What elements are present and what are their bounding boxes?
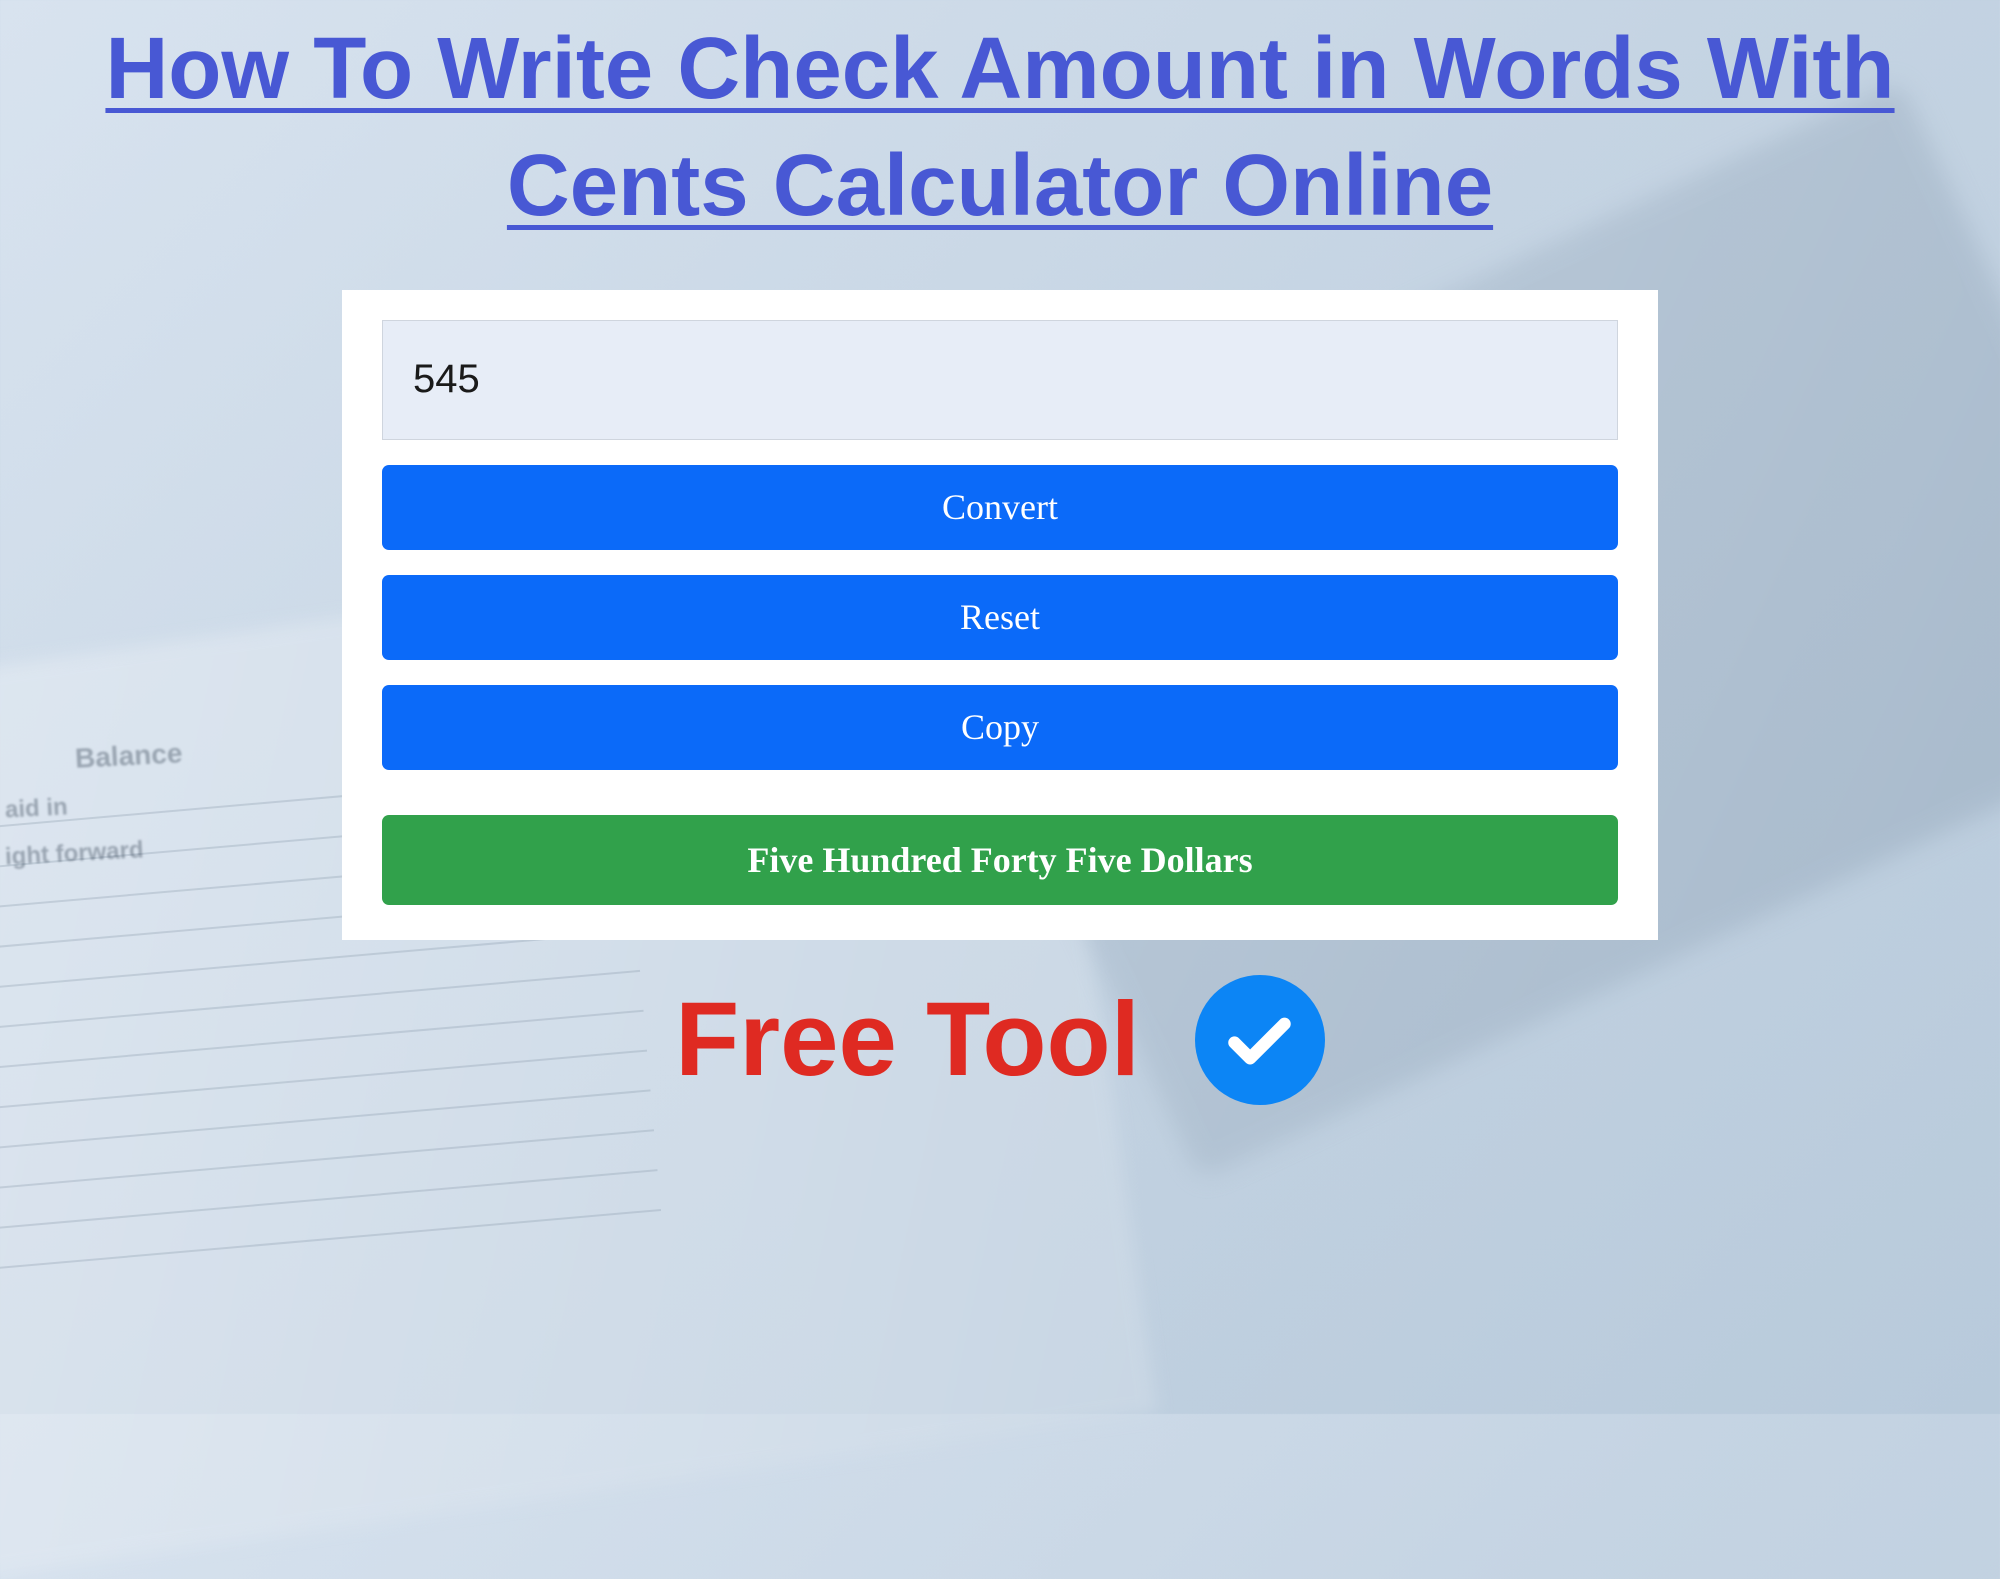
calculator-card: Convert Reset Copy Five Hundred Forty Fi…	[342, 290, 1658, 940]
result-display: Five Hundred Forty Five Dollars	[382, 815, 1618, 905]
convert-button[interactable]: Convert	[382, 465, 1618, 550]
amount-input[interactable]	[382, 320, 1618, 440]
check-icon	[1222, 1002, 1297, 1077]
background-balance-label: Balance	[74, 737, 183, 775]
background-paid-label: aid in	[4, 793, 68, 824]
reset-button[interactable]: Reset	[382, 575, 1618, 660]
free-tool-label: Free Tool	[675, 980, 1140, 1100]
footer-row: Free Tool	[0, 975, 2000, 1105]
check-badge	[1195, 975, 1325, 1105]
copy-button[interactable]: Copy	[382, 685, 1618, 770]
page-title: How To Write Check Amount in Words With …	[0, 0, 2000, 245]
